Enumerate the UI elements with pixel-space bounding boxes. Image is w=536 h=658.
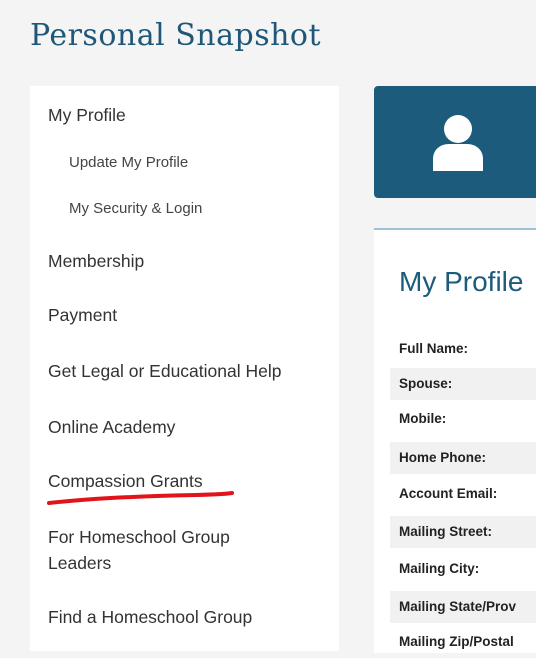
sidebar-subitem-security-login[interactable]: My Security & Login: [69, 199, 202, 219]
field-label-full-name: Full Name:: [399, 341, 469, 356]
sidebar-item-homeschool-group-leaders[interactable]: For Homeschool Group: [48, 525, 230, 549]
page-title: Personal Snapshot: [30, 18, 322, 53]
user-icon: [433, 115, 483, 171]
sidebar-item-my-profile[interactable]: My Profile: [48, 103, 126, 127]
sidebar-item-membership[interactable]: Membership: [48, 249, 144, 273]
field-label-mailing-city: Mailing City:: [399, 561, 480, 576]
profile-banner: [374, 86, 536, 198]
sidebar: My Profile Update My Profile My Security…: [30, 86, 339, 651]
field-label-home-phone: Home Phone:: [390, 442, 536, 474]
profile-card-title: My Profile: [399, 266, 524, 297]
field-label-spouse: Spouse:: [390, 368, 536, 400]
sidebar-subitem-update-my-profile[interactable]: Update My Profile: [69, 153, 188, 173]
sidebar-item-legal-educational-help[interactable]: Get Legal or Educational Help: [48, 359, 281, 383]
field-label-mobile: Mobile:: [399, 411, 447, 426]
field-label-account-email: Account Email:: [399, 486, 498, 501]
field-label-mailing-state: Mailing State/Prov: [390, 591, 536, 623]
sidebar-item-homeschool-group-leaders-line2[interactable]: Leaders: [48, 551, 111, 575]
sidebar-item-payment[interactable]: Payment: [48, 303, 117, 327]
sidebar-item-compassion-grants[interactable]: Compassion Grants: [48, 469, 203, 493]
field-label-mailing-zip: Mailing Zip/Postal: [399, 634, 514, 649]
sidebar-item-find-homeschool-group[interactable]: Find a Homeschool Group: [48, 605, 252, 629]
sidebar-item-online-academy[interactable]: Online Academy: [48, 415, 175, 439]
field-label-mailing-street: Mailing Street:: [390, 516, 536, 548]
profile-card: My Profile Full Name: Spouse: Mobile: Ho…: [374, 228, 536, 653]
